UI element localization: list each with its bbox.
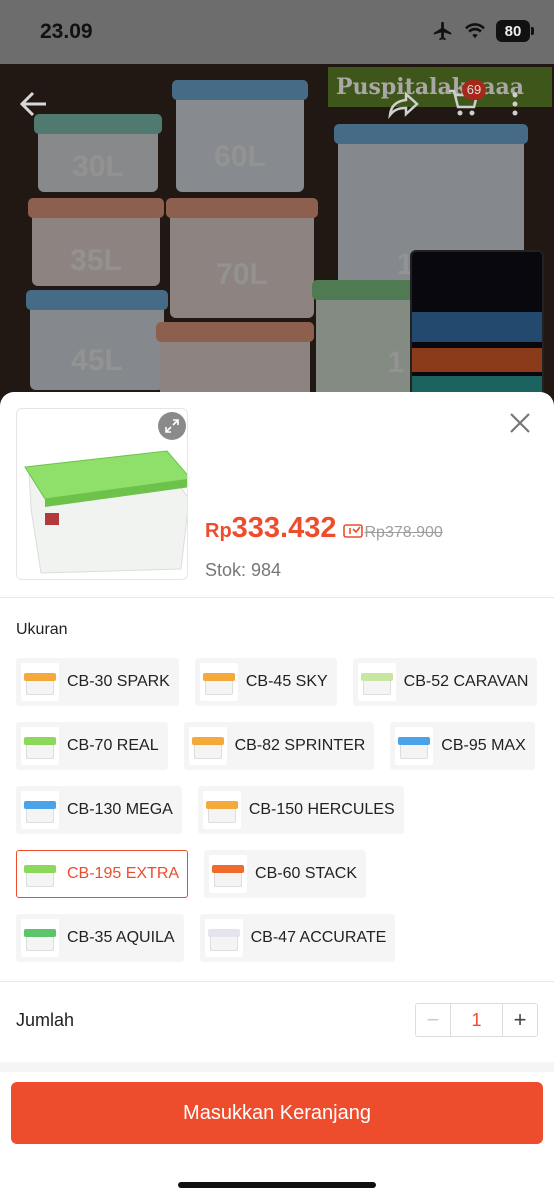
variant-thumbnail [357, 663, 396, 701]
variant-thumbnail [204, 919, 243, 957]
variant-option[interactable]: CB-45 SKY [194, 658, 337, 706]
back-arrow-icon[interactable] [16, 86, 52, 122]
share-icon[interactable] [386, 86, 422, 122]
original-price: Rp378.900 [364, 524, 443, 541]
variant-section-label: Ukuran [16, 621, 68, 638]
variant-thumbnail [21, 791, 59, 829]
variant-option-selected[interactable]: CB-195 EXTRA [16, 850, 189, 898]
variant-option[interactable]: CB-82 SPRINTER [183, 722, 375, 770]
battery-indicator: 80 [496, 20, 534, 42]
variant-thumbnail [21, 663, 59, 701]
status-bar: 23.09 80 [0, 0, 554, 64]
close-icon[interactable] [502, 406, 538, 442]
variant-option[interactable]: CB-30 SPARK [16, 658, 179, 706]
variant-thumbnail [21, 919, 59, 957]
quantity-label: Jumlah [16, 1010, 75, 1030]
variant-bottom-sheet: Rp 333.432 Rp378.900 Stok: 984 Ukuran CB… [0, 392, 554, 1200]
variant-thumbnail [199, 663, 238, 701]
variant-thumbnail [21, 727, 59, 765]
variant-option[interactable]: CB-95 MAX [390, 722, 535, 770]
wifi-icon [465, 23, 485, 39]
variant-thumbnail [209, 855, 248, 893]
variant-option[interactable]: CB-60 STACK [204, 850, 366, 898]
status-icons: 80 [432, 20, 534, 42]
variant-option[interactable]: CB-47 ACCURATE [199, 914, 396, 962]
top-nav [0, 64, 554, 144]
airplane-icon [433, 21, 452, 41]
variant-option[interactable]: CB-52 CARAVAN [352, 658, 538, 706]
variant-options: CB-30 SPARK CB-45 SKY CB-52 CARAVAN CB-7… [16, 658, 546, 978]
discount-tag-icon [342, 524, 363, 538]
variant-thumbnail [188, 727, 227, 765]
more-options-icon[interactable] [508, 86, 522, 122]
quantity-stepper: − 1 + [415, 1003, 538, 1037]
price-row: Rp 333.432 Rp378.900 [205, 512, 443, 545]
variant-thumbnail [202, 791, 241, 829]
status-time: 23.09 [40, 20, 93, 43]
minus-icon[interactable]: − [416, 1004, 450, 1036]
variant-option[interactable]: CB-35 AQUILA [16, 914, 184, 962]
variant-thumbnail [21, 855, 59, 893]
price-value: 333.432 [231, 512, 337, 544]
variant-option[interactable]: CB-150 HERCULES [197, 786, 404, 834]
add-to-cart-button[interactable]: Masukkan Keranjang [11, 1082, 543, 1144]
variant-thumbnail [395, 727, 434, 765]
expand-icon[interactable] [158, 412, 186, 440]
video-thumbnail[interactable] [410, 250, 544, 400]
plus-icon[interactable]: + [503, 1004, 537, 1036]
home-indicator [178, 1182, 376, 1188]
price-currency: Rp [205, 520, 232, 542]
stock-count: Stok: 984 [205, 560, 282, 580]
variant-option[interactable]: CB-130 MEGA [16, 786, 182, 834]
cart-count-badge: 69 [462, 80, 486, 100]
variant-option[interactable]: CB-70 REAL [16, 722, 168, 770]
quantity-value[interactable]: 1 [450, 1004, 503, 1036]
